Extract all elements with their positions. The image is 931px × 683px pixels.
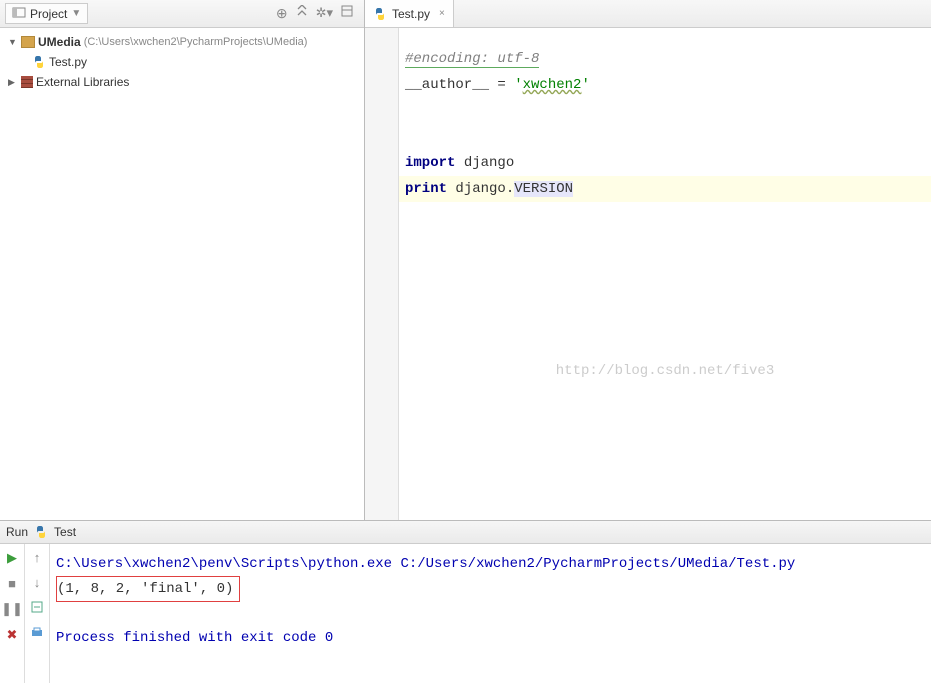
- project-panel: Project ▼ ⊕ ✲▾ ▼ UMedia (C:\Users\xw: [0, 0, 365, 520]
- code-comment: #encoding: utf-8: [405, 51, 539, 68]
- python-file-icon: [32, 55, 46, 69]
- stop-icon[interactable]: ■: [8, 576, 16, 591]
- project-tree[interactable]: ▼ UMedia (C:\Users\xwchen2\PycharmProjec…: [0, 28, 364, 520]
- collapse-all-icon[interactable]: [296, 5, 308, 22]
- file-name-label: Test.py: [49, 55, 87, 69]
- code-text: __author__ =: [405, 77, 514, 93]
- folder-icon: [21, 36, 35, 48]
- external-libraries-node[interactable]: ▶ External Libraries: [0, 72, 364, 92]
- editor-panel: Test.py × #encoding: utf-8 __author__ = …: [365, 0, 931, 520]
- run-panel: ▶ ■ ❚❚ ✖ ↑ ↓ C:\Users\xwchen2\penv\Scrip…: [0, 544, 931, 683]
- run-toolbar-primary: ▶ ■ ❚❚ ✖: [0, 544, 25, 683]
- hide-panel-icon[interactable]: [341, 5, 353, 22]
- console-command-line: C:\Users\xwchen2\penv\Scripts\python.exe…: [56, 556, 795, 572]
- code-keyword: import: [405, 155, 455, 171]
- console-output-highlighted: (1, 8, 2, 'final', 0): [56, 576, 240, 602]
- editor-tabs-bar: Test.py ×: [365, 0, 931, 28]
- code-area[interactable]: #encoding: utf-8 __author__ = 'xwchen2' …: [399, 28, 931, 520]
- print-icon[interactable]: [30, 627, 44, 642]
- soft-wrap-icon[interactable]: [30, 600, 44, 617]
- code-string: xwchen2: [523, 77, 582, 93]
- run-header-label: Run: [6, 525, 28, 539]
- expand-arrow-icon[interactable]: ▼: [8, 37, 18, 47]
- editor-gutter: [365, 28, 399, 520]
- console-exit-line: Process finished with exit code 0: [56, 630, 333, 646]
- external-libraries-label: External Libraries: [36, 75, 129, 89]
- run-toolbar-secondary: ↑ ↓: [25, 544, 50, 683]
- code-keyword: print: [405, 181, 447, 197]
- close-tab-icon[interactable]: ×: [439, 8, 445, 19]
- editor-tab-label: Test.py: [392, 7, 430, 21]
- gear-icon[interactable]: ✲▾: [316, 5, 333, 22]
- run-config-label: Test: [54, 525, 76, 539]
- editor-tab-test[interactable]: Test.py ×: [365, 0, 454, 27]
- run-tool-header: Run Test: [0, 520, 931, 544]
- close-tool-icon[interactable]: ✖: [7, 627, 18, 643]
- project-root-node[interactable]: ▼ UMedia (C:\Users\xwchen2\PycharmProjec…: [0, 32, 364, 52]
- project-path-label: (C:\Users\xwchen2\PycharmProjects\UMedia…: [84, 36, 308, 48]
- project-panel-header: Project ▼ ⊕ ✲▾: [0, 0, 364, 28]
- code-string-quote: ': [581, 77, 589, 93]
- rerun-icon[interactable]: ▶: [7, 550, 17, 566]
- watermark-text: http://blog.csdn.net/five3: [399, 358, 931, 384]
- project-view-dropdown[interactable]: Project ▼: [5, 3, 88, 24]
- code-member: VERSION: [514, 181, 573, 197]
- code-text: django.: [447, 181, 514, 197]
- scroll-up-icon[interactable]: ↑: [34, 550, 41, 565]
- chevron-down-icon: ▼: [71, 8, 81, 19]
- project-tool-icon: [12, 6, 26, 21]
- code-text: django: [455, 155, 514, 171]
- console-output[interactable]: C:\Users\xwchen2\penv\Scripts\python.exe…: [50, 544, 931, 683]
- file-node-test[interactable]: Test.py: [0, 52, 364, 72]
- code-editor[interactable]: #encoding: utf-8 __author__ = 'xwchen2' …: [365, 28, 931, 520]
- expand-arrow-icon[interactable]: ▶: [8, 77, 18, 88]
- project-name-label: UMedia: [38, 35, 81, 49]
- code-string-quote: ': [514, 77, 522, 93]
- scroll-down-icon[interactable]: ↓: [34, 575, 41, 590]
- scroll-from-source-icon[interactable]: ⊕: [276, 5, 288, 22]
- python-file-icon: [373, 7, 387, 21]
- pause-icon[interactable]: ❚❚: [1, 601, 23, 617]
- project-view-label: Project: [30, 7, 67, 21]
- library-icon: [21, 76, 33, 88]
- python-file-icon: [34, 525, 48, 539]
